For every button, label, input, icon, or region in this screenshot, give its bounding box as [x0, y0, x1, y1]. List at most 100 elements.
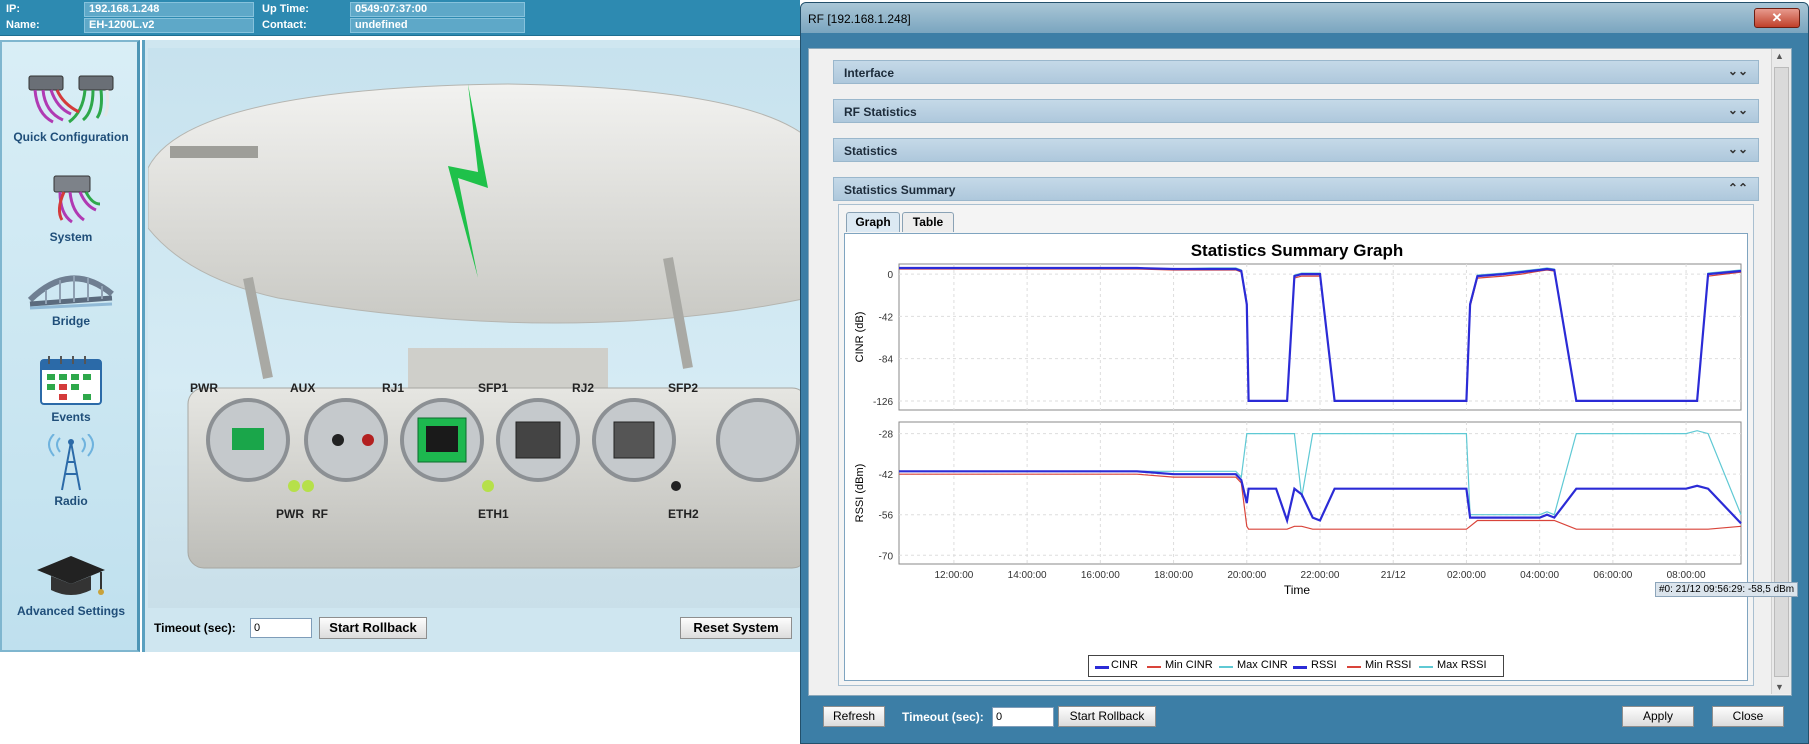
- section-rf-statistics[interactable]: RF Statistics ⌄⌄: [833, 99, 1759, 123]
- legend-label: Min RSSI: [1365, 659, 1412, 671]
- x-axis-label: Time: [1284, 583, 1311, 597]
- x-tick-label: 12:00:00: [934, 570, 973, 581]
- expand-icon[interactable]: ⌄⌄: [1728, 142, 1748, 156]
- legend-swatch: [1419, 666, 1433, 668]
- scroll-up-icon[interactable]: ▲: [1775, 51, 1784, 61]
- tab-graph[interactable]: Graph: [846, 212, 900, 232]
- nav-system[interactable]: System: [4, 170, 138, 244]
- name-value: EH-1200L.v2: [84, 18, 254, 33]
- y-tick-label: -56: [879, 511, 894, 522]
- device-info-bar: IP: 192.168.1.248 Name: EH-1200L.v2 Up T…: [0, 0, 800, 36]
- nav-label: Quick Configuration: [13, 130, 129, 144]
- apply-button[interactable]: Apply: [1622, 706, 1694, 727]
- nav-quick-configuration[interactable]: Quick Configuration: [4, 68, 138, 144]
- device-picture: PWR AUX RJ1 SFP1 RJ2 SFP2 PWR RF ETH1 ET…: [147, 48, 809, 608]
- graph-frame: Statistics Summary Graph 0 -42 -84 -126 CINR …: [844, 233, 1748, 681]
- section-title: RF Statistics: [844, 105, 917, 119]
- port-label-pwr: PWR: [190, 381, 218, 395]
- contact-label: Contact:: [262, 19, 307, 31]
- collapse-icon[interactable]: ⌃⌃: [1728, 181, 1748, 195]
- radio-tower-icon: [48, 434, 94, 491]
- chart-legend: CINR Min CINR Max CINR RSSI Min RSSI Max…: [1088, 655, 1504, 677]
- y-tick-label: -126: [873, 397, 893, 408]
- nav-label: Bridge: [51, 314, 90, 328]
- vertical-scrollbar[interactable]: ▲ ▼: [1771, 49, 1791, 694]
- close-icon[interactable]: ✕: [1754, 8, 1800, 28]
- x-tick-label: 08:00:00: [1667, 570, 1706, 581]
- x-tick-label: 20:00:00: [1227, 570, 1266, 581]
- close-button[interactable]: Close: [1712, 706, 1784, 727]
- expand-icon[interactable]: ⌄⌄: [1728, 64, 1748, 78]
- section-statistics[interactable]: Statistics ⌄⌄: [833, 138, 1759, 162]
- nav-label: Advanced Settings: [16, 604, 126, 618]
- port-label-rj2: RJ2: [572, 381, 594, 395]
- nav-advanced-settings[interactable]: Advanced Settings: [4, 552, 138, 618]
- legend-swatch: [1095, 666, 1109, 669]
- nav-bridge[interactable]: Bridge: [4, 264, 138, 328]
- chart-tooltip: #0: 21/12 09:56:29: -58,5 dBm: [1655, 582, 1799, 597]
- legend-label: CINR: [1111, 659, 1138, 671]
- y-tick-label: 0: [887, 270, 893, 281]
- statistics-chart: Statistics Summary Graph 0 -42 -84 -126 CINR …: [854, 241, 1742, 597]
- port-label-sfp1: SFP1: [478, 381, 508, 395]
- empty-area: [0, 652, 810, 744]
- port-label-sfp2: SFP2: [668, 381, 698, 395]
- y-tick-label: -28: [879, 430, 894, 441]
- legend-label: Max CINR: [1237, 659, 1288, 671]
- timeout-label: Timeout (sec):: [902, 710, 984, 724]
- tab-table[interactable]: Table: [902, 212, 954, 232]
- port-label-aux: AUX: [290, 381, 315, 395]
- led-label-eth1: ETH1: [478, 507, 509, 521]
- refresh-button[interactable]: Refresh: [823, 706, 885, 727]
- contact-value: undefined: [350, 18, 525, 33]
- legend-swatch: [1347, 666, 1361, 668]
- led-label-eth2: ETH2: [668, 507, 699, 521]
- dialog-title: RF [192.168.1.248]: [808, 12, 911, 26]
- timeout-input[interactable]: [992, 707, 1054, 727]
- radio-unit-illustration: PWR AUX RJ1 SFP1 RJ2 SFP2 PWR RF ETH1 ET…: [147, 83, 809, 569]
- section-statistics-summary[interactable]: Statistics Summary ⌃⌃: [833, 177, 1759, 201]
- scroll-down-icon[interactable]: ▼: [1775, 682, 1784, 692]
- navigation-sidebar: Quick Configuration System Bridge Events: [0, 40, 140, 652]
- ip-label: IP:: [6, 3, 21, 15]
- nav-label: Radio: [54, 494, 88, 508]
- x-tick-label: 06:00:00: [1593, 570, 1632, 581]
- port-label-rj1: RJ1: [382, 381, 404, 395]
- x-tick-label: 18:00:00: [1154, 570, 1193, 581]
- device-cables-icon: [53, 175, 101, 224]
- graduation-cap-icon: [37, 556, 105, 595]
- ip-value: 192.168.1.248: [84, 2, 254, 17]
- legend-swatch: [1293, 666, 1307, 669]
- start-rollback-button[interactable]: Start Rollback: [319, 617, 427, 639]
- section-title: Interface: [844, 66, 895, 80]
- reset-system-button[interactable]: Reset System: [680, 617, 792, 639]
- rollback-toolbar: Timeout (sec): Start Rollback Reset Syst…: [148, 608, 808, 648]
- x-tick-label: 14:00:00: [1008, 570, 1047, 581]
- network-devices-icon: [28, 75, 114, 124]
- legend-swatch: [1219, 666, 1233, 668]
- x-tick-label: 02:00:00: [1447, 570, 1486, 581]
- timeout-label: Timeout (sec):: [154, 621, 236, 635]
- x-tick-label: 04:00:00: [1520, 570, 1559, 581]
- nav-events[interactable]: Events: [4, 352, 138, 424]
- bridge-icon: [27, 275, 114, 310]
- y-axis-label: CINR (dB): [854, 312, 866, 363]
- start-rollback-button[interactable]: Start Rollback: [1058, 706, 1156, 727]
- led-label-rf: RF: [312, 507, 328, 521]
- name-label: Name:: [6, 19, 40, 31]
- calendar-icon: [40, 356, 102, 405]
- expand-icon[interactable]: ⌄⌄: [1728, 103, 1748, 117]
- section-title: Statistics Summary: [844, 183, 956, 197]
- uptime-value: 0549:07:37:00: [350, 2, 525, 17]
- y-tick-label: -84: [879, 355, 894, 366]
- dialog-titlebar[interactable]: [801, 3, 1808, 33]
- x-tick-label: 16:00:00: [1081, 570, 1120, 581]
- nav-label: System: [49, 230, 93, 244]
- legend-label: RSSI: [1311, 659, 1337, 671]
- uptime-label: Up Time:: [262, 3, 309, 15]
- nav-radio[interactable]: Radio: [4, 434, 138, 508]
- timeout-input[interactable]: [250, 618, 312, 638]
- chart-title: Statistics Summary Graph: [1191, 241, 1404, 260]
- x-tick-label: 22:00:00: [1301, 570, 1340, 581]
- section-interface[interactable]: Interface ⌄⌄: [833, 60, 1759, 84]
